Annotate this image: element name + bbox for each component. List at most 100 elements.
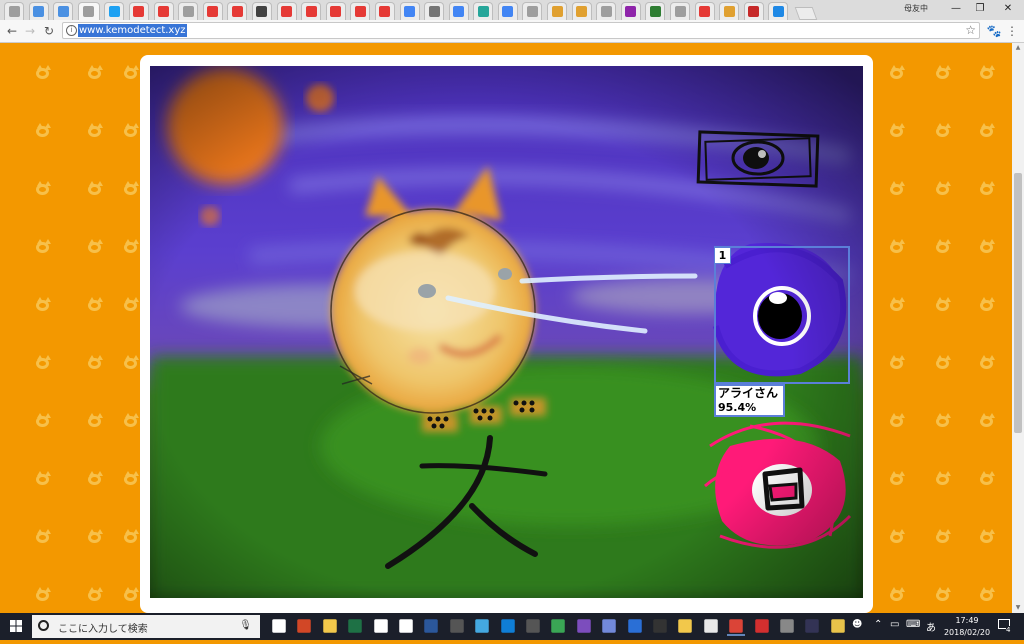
browser-tab[interactable] — [424, 2, 445, 20]
clock-time[interactable]: 17:49 — [944, 615, 990, 626]
url-text[interactable]: www.kemodetect.xyz — [78, 24, 187, 37]
browser-tab[interactable] — [670, 2, 691, 20]
minimize-button[interactable]: — — [944, 1, 968, 17]
tab-favicon-icon — [256, 6, 268, 17]
browser-tab[interactable] — [768, 2, 789, 20]
clock-date[interactable]: 2018/02/20 — [940, 627, 994, 638]
extension-paw-icon[interactable]: 🐾 — [985, 22, 1003, 40]
new-tab-button[interactable] — [794, 7, 818, 20]
taskbar-app-icon[interactable] — [704, 619, 718, 633]
browser-tab[interactable] — [104, 2, 125, 20]
browser-tab[interactable] — [522, 2, 543, 20]
browser-tab[interactable] — [53, 2, 74, 20]
taskbar-app-icon[interactable] — [831, 619, 845, 633]
back-button[interactable]: ← — [3, 22, 21, 40]
scroll-up-arrow-icon[interactable]: ▲ — [1012, 43, 1024, 53]
taskbar-app-icon[interactable] — [627, 619, 642, 633]
taskbar-app-icon[interactable] — [399, 619, 413, 633]
microphone-icon[interactable]: 🎙 — [239, 620, 252, 631]
fox-pattern-icon — [888, 413, 908, 431]
scrollbar-thumb[interactable] — [1014, 173, 1022, 433]
notification-count: 4 — [1006, 626, 1011, 634]
bookmark-star-icon[interactable]: ☆ — [965, 23, 976, 37]
taskbar-app-icon[interactable] — [653, 619, 667, 633]
taskbar-app-icon[interactable] — [678, 619, 693, 633]
taskbar-app-icon[interactable] — [323, 619, 337, 633]
taskbar-app-icon[interactable] — [526, 619, 540, 633]
browser-tab[interactable] — [374, 2, 395, 20]
browser-tab[interactable] — [596, 2, 617, 20]
detection-label: アライさん 95.4% — [714, 384, 785, 417]
taskbar-app-icon[interactable] — [373, 619, 388, 633]
taskbar-app-icon[interactable] — [805, 619, 820, 633]
browser-tab[interactable] — [694, 2, 715, 20]
fox-pattern-icon — [978, 239, 998, 257]
network-icon[interactable]: ▭ — [890, 619, 899, 630]
info-icon[interactable]: i — [66, 25, 77, 36]
browser-tab[interactable] — [4, 2, 24, 20]
people-icon[interactable]: ☻ — [852, 619, 862, 630]
browser-tab[interactable] — [128, 2, 149, 20]
taskbar-app-icon[interactable] — [780, 619, 794, 633]
close-window-button[interactable]: ✕ — [996, 1, 1020, 17]
taskbar-app-icon[interactable] — [424, 619, 439, 633]
browser-tab[interactable] — [251, 2, 272, 20]
browser-tab[interactable] — [153, 2, 174, 20]
browser-tab[interactable] — [620, 2, 641, 20]
browser-tab[interactable] — [350, 2, 371, 20]
page-scrollbar[interactable]: ▲ ▼ — [1012, 43, 1024, 613]
tab-favicon-icon — [600, 6, 612, 17]
fox-pattern-icon — [122, 587, 142, 605]
maximize-button[interactable]: ❐ — [968, 1, 992, 17]
browser-tab[interactable] — [28, 2, 49, 20]
tab-strip — [0, 0, 1024, 20]
ime-indicator[interactable]: あ — [926, 619, 936, 634]
fox-pattern-icon — [934, 239, 954, 257]
taskbar-app-icon[interactable] — [727, 619, 746, 636]
browser-tab[interactable] — [473, 2, 494, 20]
browser-tab[interactable] — [202, 2, 223, 20]
browser-tab[interactable] — [547, 2, 568, 20]
profile-badge[interactable]: 母友中 — [904, 3, 928, 14]
tab-favicon-icon — [428, 6, 440, 17]
reload-button[interactable]: ↻ — [40, 22, 58, 40]
taskbar-app-icon[interactable] — [475, 619, 489, 633]
taskbar-app-icon[interactable] — [551, 619, 566, 633]
fox-pattern-icon — [888, 471, 908, 489]
taskbar-app-icon[interactable] — [754, 619, 769, 633]
taskbar-app-icon[interactable] — [272, 619, 286, 633]
browser-tab[interactable] — [178, 2, 199, 20]
taskbar-app-icon[interactable] — [500, 619, 515, 633]
taskbar-app-icon[interactable] — [348, 619, 362, 633]
taskbar-app-icon[interactable] — [602, 619, 616, 633]
browser-tab[interactable] — [399, 2, 420, 20]
taskbar-app-icon[interactable] — [577, 619, 591, 633]
browser-tab[interactable] — [497, 2, 518, 20]
browser-tab[interactable] — [743, 2, 764, 20]
browser-tab[interactable] — [77, 2, 100, 20]
taskbar-app-icon[interactable] — [450, 619, 464, 633]
menu-icon[interactable]: ⋮ — [1005, 22, 1019, 40]
keyboard-icon[interactable]: ⌨ — [906, 619, 920, 630]
start-button[interactable] — [0, 613, 32, 640]
fox-pattern-icon — [888, 65, 908, 83]
browser-tab[interactable] — [325, 2, 346, 20]
fox-pattern-icon — [888, 123, 908, 141]
tab-favicon-icon — [723, 6, 735, 17]
address-bar[interactable]: i www.kemodetect.xyz ☆ — [62, 22, 980, 39]
tab-favicon-icon — [625, 6, 637, 17]
taskbar-search-box[interactable]: ここに入力して検索 🎙 — [32, 615, 260, 638]
scroll-down-arrow-icon[interactable]: ▼ — [1012, 603, 1024, 613]
fox-pattern-icon — [34, 587, 54, 605]
browser-tab[interactable] — [227, 2, 248, 20]
browser-tab[interactable] — [571, 2, 592, 20]
tray-chevron-icon[interactable]: ⌃ — [874, 619, 882, 630]
tab-favicon-icon — [772, 6, 784, 17]
taskbar-app-icon[interactable] — [297, 619, 312, 633]
browser-tab[interactable] — [301, 2, 322, 20]
browser-tab[interactable] — [645, 2, 666, 20]
browser-tab[interactable] — [448, 2, 469, 20]
forward-button[interactable]: → — [21, 22, 39, 40]
browser-tab[interactable] — [276, 2, 297, 20]
browser-tab[interactable] — [719, 2, 740, 20]
